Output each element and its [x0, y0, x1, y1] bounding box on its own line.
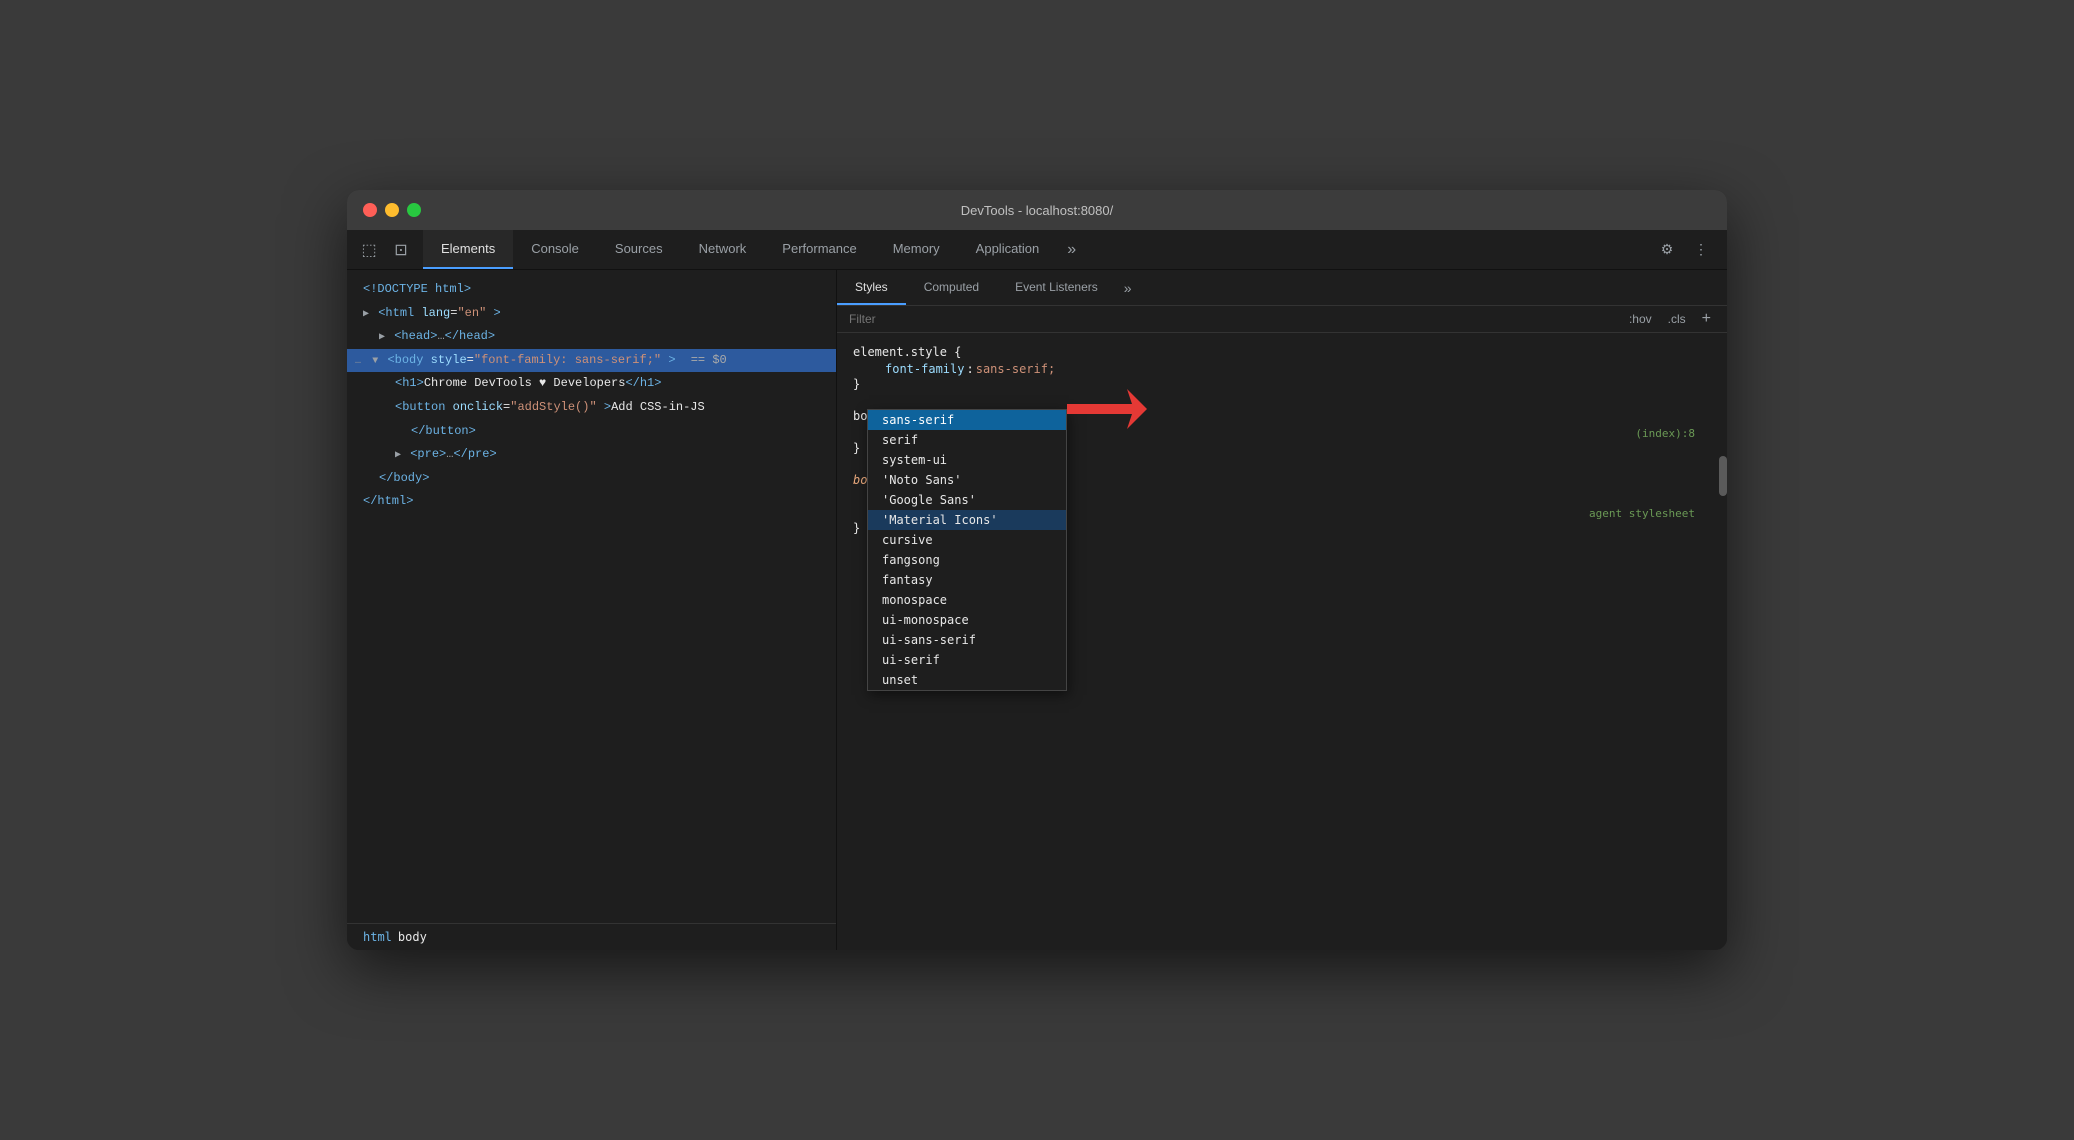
tab-application[interactable]: Application: [958, 230, 1058, 269]
styles-tab-overflow[interactable]: »: [1116, 270, 1140, 305]
dom-tree[interactable]: <!DOCTYPE html> ▶ <html lang="en" > ▶ <h…: [347, 270, 836, 923]
tab-performance[interactable]: Performance: [764, 230, 874, 269]
autocomplete-container: sans-serif serif system-ui 'Noto Sans' ': [867, 409, 1067, 691]
tab-network[interactable]: Network: [681, 230, 765, 269]
expand-html-icon[interactable]: ▶: [363, 309, 369, 320]
titlebar: DevTools - localhost:8080/: [347, 190, 1727, 230]
autocomplete-item-fantasy[interactable]: fantasy: [868, 570, 1066, 590]
main-tabbar: ⬚ ⊡ Elements Console Sources Network Per…: [347, 230, 1727, 270]
add-style-button[interactable]: +: [1698, 310, 1715, 328]
expand-pre-icon[interactable]: ▶: [395, 450, 401, 461]
inspect-icon[interactable]: ⊡: [387, 236, 415, 264]
more-options-icon[interactable]: ⋮: [1687, 236, 1715, 264]
dom-dots: …: [355, 356, 361, 367]
cursor-icon[interactable]: ⬚: [355, 236, 383, 264]
dom-button-close[interactable]: </button>: [347, 420, 836, 444]
autocomplete-item-monospace[interactable]: monospace: [868, 590, 1066, 610]
tab-memory[interactable]: Memory: [875, 230, 958, 269]
autocomplete-dropdown[interactable]: sans-serif serif system-ui 'Noto Sans' ': [867, 409, 1067, 691]
tab-spacer: [1086, 230, 1641, 269]
autocomplete-item-ui-serif[interactable]: ui-serif: [868, 650, 1066, 670]
tab-console[interactable]: Console: [513, 230, 597, 269]
styles-content: element.style { font-family : sans-serif…: [837, 333, 1727, 950]
tab-overflow-button[interactable]: »: [1057, 230, 1086, 269]
devtools-window: DevTools - localhost:8080/ ⬚ ⊡ Elements …: [347, 190, 1727, 950]
dom-html-close: </html>: [347, 490, 836, 514]
autocomplete-item-ui-monospace[interactable]: ui-monospace: [868, 610, 1066, 630]
styles-panel: Styles Computed Event Listeners » :hov .…: [837, 270, 1727, 950]
dom-body-close: </body>: [347, 467, 836, 491]
expand-head-icon[interactable]: ▶: [379, 332, 385, 343]
breadcrumb-body[interactable]: body: [398, 930, 427, 944]
autocomplete-item-material-icons[interactable]: 'Material Icons': [868, 510, 1066, 530]
rule-selector-element: element.style {: [853, 345, 1711, 359]
tab-event-listeners[interactable]: Event Listeners: [997, 270, 1116, 305]
tab-computed[interactable]: Computed: [906, 270, 997, 305]
autocomplete-item-serif[interactable]: serif: [868, 430, 1066, 450]
minimize-button[interactable]: [385, 203, 399, 217]
autocomplete-item-system-ui[interactable]: system-ui: [868, 450, 1066, 470]
style-rule-element: element.style { font-family : sans-serif…: [837, 341, 1727, 397]
settings-icon[interactable]: ⚙: [1653, 236, 1681, 264]
styles-toolbar: :hov .cls +: [837, 306, 1727, 333]
breadcrumb-html[interactable]: html: [363, 930, 392, 944]
main-content: <!DOCTYPE html> ▶ <html lang="en" > ▶ <h…: [347, 270, 1727, 950]
tab-elements[interactable]: Elements: [423, 230, 513, 269]
expand-body-icon[interactable]: ▼: [372, 356, 378, 367]
tab-settings-group: ⚙ ⋮: [1641, 230, 1727, 269]
styles-filter-input[interactable]: [849, 312, 1617, 326]
dom-head[interactable]: ▶ <head>…</head>: [347, 325, 836, 349]
autocomplete-item-noto-sans[interactable]: 'Noto Sans': [868, 470, 1066, 490]
autocomplete-item-google-sans[interactable]: 'Google Sans': [868, 490, 1066, 510]
dom-body[interactable]: … ▼ <body style="font-family: sans-serif…: [347, 349, 836, 373]
tab-styles[interactable]: Styles: [837, 270, 906, 305]
dom-pre[interactable]: ▶ <pre>…</pre>: [347, 443, 836, 467]
tab-icon-group: ⬚ ⊡: [347, 230, 423, 269]
autocomplete-item-cursive[interactable]: cursive: [868, 530, 1066, 550]
window-title: DevTools - localhost:8080/: [961, 203, 1113, 218]
prop-font-family[interactable]: font-family : sans-serif;: [853, 361, 1711, 377]
dom-html[interactable]: ▶ <html lang="en" >: [347, 302, 836, 326]
hov-button[interactable]: :hov: [1625, 310, 1656, 328]
cls-button[interactable]: .cls: [1664, 310, 1690, 328]
dom-breadcrumb: html body: [347, 923, 836, 950]
close-button[interactable]: [363, 203, 377, 217]
autocomplete-item-unset[interactable]: unset: [868, 670, 1066, 690]
dom-h1[interactable]: <h1>Chrome DevTools ♥ Developers</h1>: [347, 372, 836, 396]
autocomplete-item-sans-serif[interactable]: sans-serif: [868, 410, 1066, 430]
autocomplete-item-fangsong[interactable]: fangsong: [868, 550, 1066, 570]
scrollbar-thumb[interactable]: [1719, 456, 1727, 496]
autocomplete-item-ui-sans-serif[interactable]: ui-sans-serif: [868, 630, 1066, 650]
rule-close-element: }: [853, 377, 1711, 391]
window-controls: [363, 203, 421, 217]
dom-button[interactable]: <button onclick="addStyle()" >Add CSS-in…: [347, 396, 836, 420]
dom-panel: <!DOCTYPE html> ▶ <html lang="en" > ▶ <h…: [347, 270, 837, 950]
scrollbar-track: [1719, 333, 1727, 950]
tab-sources[interactable]: Sources: [597, 230, 681, 269]
styles-tabbar: Styles Computed Event Listeners »: [837, 270, 1727, 306]
dom-doctype: <!DOCTYPE html>: [347, 278, 836, 302]
maximize-button[interactable]: [407, 203, 421, 217]
